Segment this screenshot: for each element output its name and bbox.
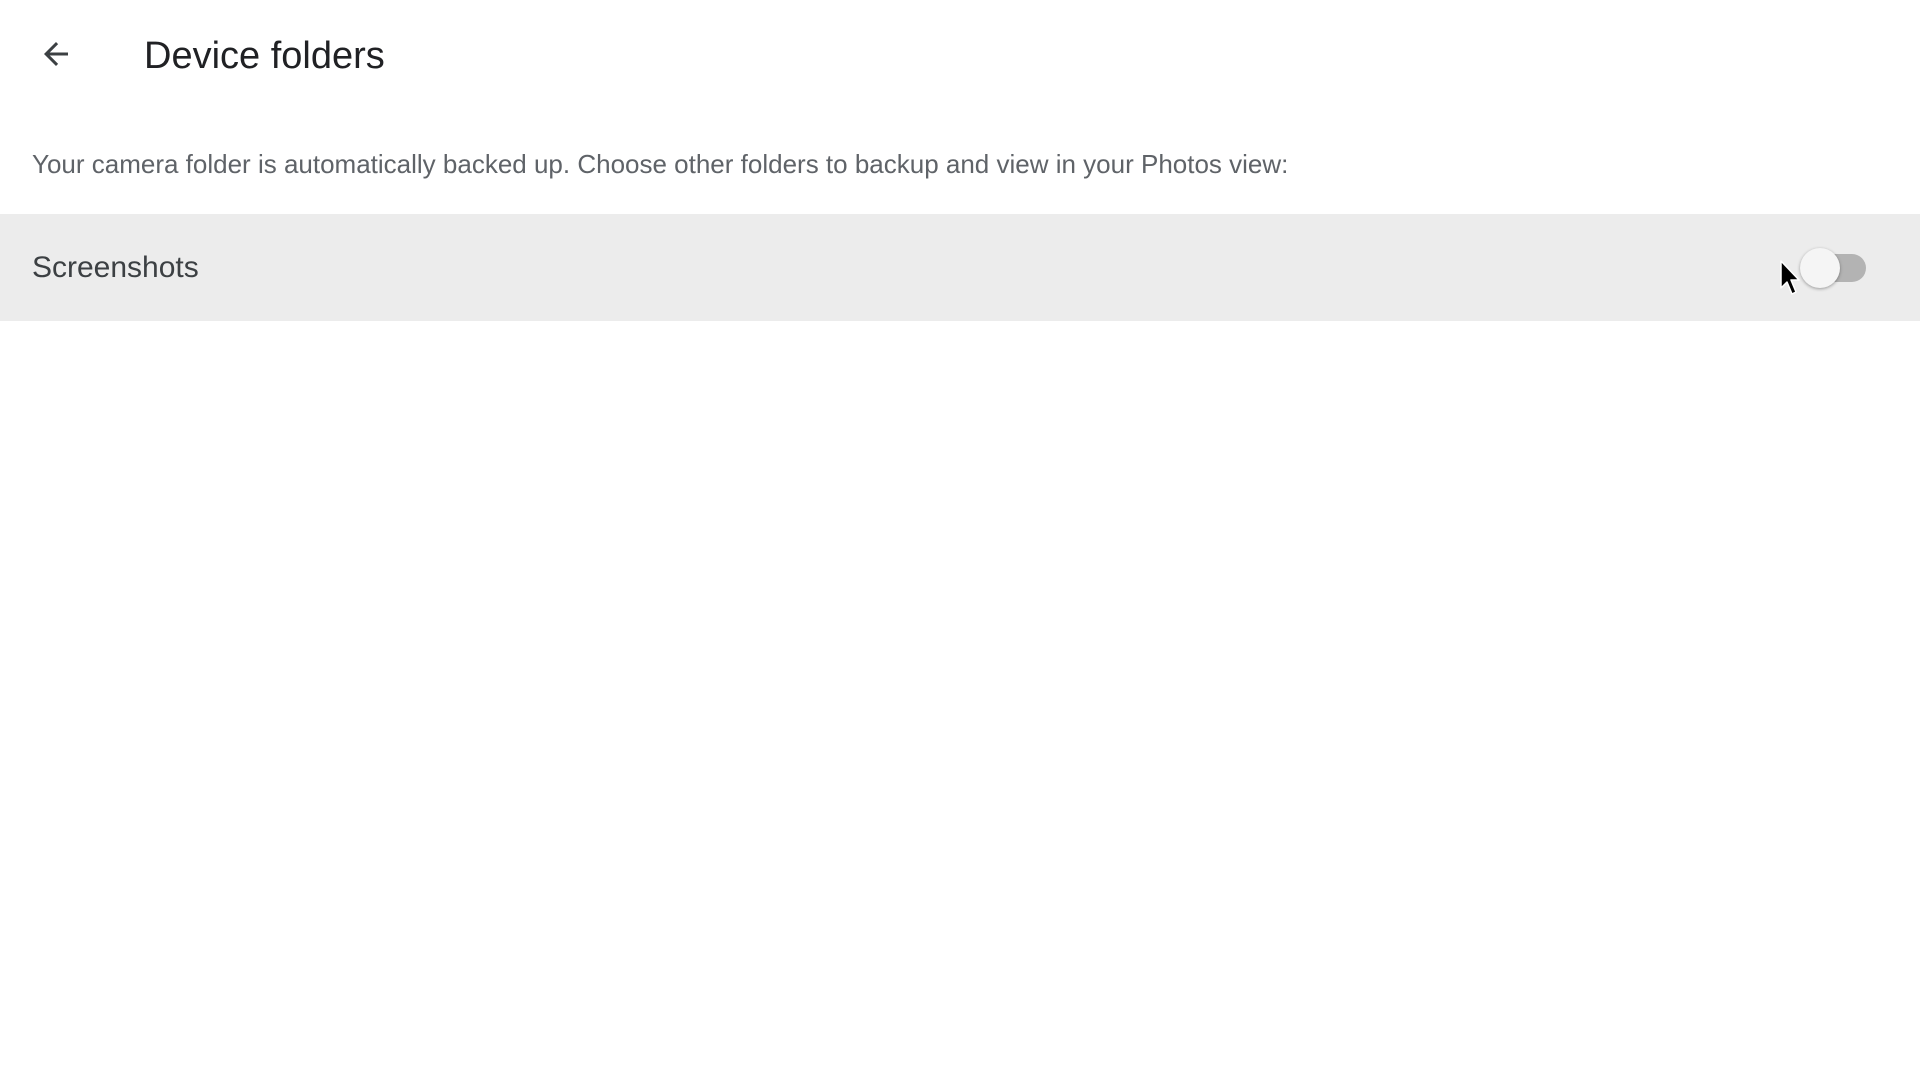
folder-label: Screenshots	[32, 251, 199, 284]
arrow-back-icon	[38, 36, 74, 72]
app-bar: Device folders	[0, 0, 1920, 112]
page-title: Device folders	[144, 35, 385, 77]
backup-toggle-screenshots[interactable]	[1800, 248, 1868, 288]
device-folders-screen: Device folders Your camera folder is aut…	[0, 0, 1920, 1080]
toggle-thumb	[1800, 248, 1840, 288]
description-text: Your camera folder is automatically back…	[32, 149, 1289, 179]
folder-row-screenshots[interactable]: Screenshots	[0, 214, 1920, 321]
folder-list: Screenshots	[0, 214, 1920, 321]
back-button[interactable]	[26, 24, 86, 84]
